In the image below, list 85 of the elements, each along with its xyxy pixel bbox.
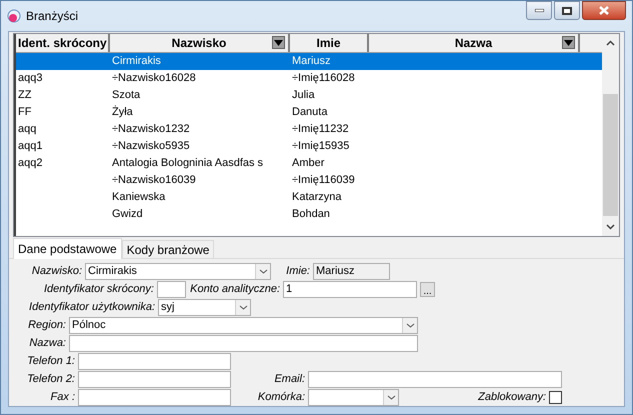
field-label: Nazwa: (29, 336, 66, 352)
window-title: Branżyści (26, 8, 78, 25)
combo-box[interactable] (308, 389, 399, 406)
tab[interactable]: Kody branżowe (122, 240, 214, 258)
field-label: Identyfikator skrócony: (44, 282, 154, 298)
table-cell-text: Cirmirakis (112, 54, 161, 70)
scroll-up-icon (606, 40, 615, 46)
field-label: Imie: (286, 264, 310, 280)
close-button[interactable] (582, 1, 626, 20)
dropdown-triangle-icon (564, 40, 573, 46)
table-cell-text: aqq1 (18, 139, 42, 154)
field-label: Email: (274, 372, 305, 388)
table-cell-text: Szota (112, 88, 140, 104)
table-cell-text: Bohdan (292, 207, 330, 222)
filter-dropdown-button[interactable] (272, 36, 285, 49)
table-cell-text: Żyła (112, 104, 133, 120)
minimize-icon (534, 9, 544, 12)
table-cell-text: ZZ (18, 88, 32, 104)
table-row[interactable]: ÷Nazwisko16039 ÷Imię116039 (16, 172, 602, 189)
column-header[interactable]: Ident. skrócony (16, 34, 107, 52)
table-cell-text: ÷Imię15935 (292, 139, 350, 154)
table-cell-text: ÷Imię11232 (292, 122, 349, 138)
table-cell-text: Kaniewska (112, 190, 166, 206)
table-cell-text: aqq2 (18, 156, 42, 172)
input-field[interactable]: 1 (283, 281, 417, 298)
scrollbar-thumb[interactable] (603, 94, 618, 216)
column-header[interactable]: Imie (316, 34, 340, 52)
table-row[interactable]: ZZ Szota Julia (16, 87, 602, 104)
input-field[interactable] (157, 281, 186, 298)
field-label: Nazwisko: (32, 264, 82, 280)
column-header[interactable]: Nazwa (454, 34, 492, 52)
table-row[interactable]: aqq1 ÷Nazwisko5935 ÷Imię15935 (16, 138, 602, 155)
combo-box[interactable]: Pólnoc (69, 317, 418, 334)
minimize-button[interactable] (526, 1, 552, 20)
table-row[interactable]: aqq ÷Nazwisko1232 ÷Imię11232 (16, 121, 602, 138)
table-cell-text: Katarzyna (292, 190, 342, 206)
table-row[interactable]: aqq3 ÷Nazwisko16028 ÷Imię116028 (16, 70, 602, 87)
table-cell-text: ÷Imię116028 (292, 71, 355, 86)
readonly-field[interactable]: Mariusz (313, 263, 390, 280)
table-cell-text: ÷Imię116039 (292, 173, 355, 188)
field-label: Fax : (50, 390, 75, 406)
table-cell-text: Mariusz (292, 54, 331, 70)
table-cell-text: FF (18, 105, 32, 120)
table-row[interactable]: Kaniewska Katarzyna (16, 189, 602, 206)
table-cell-text: ÷Nazwisko16028 (112, 71, 196, 86)
dropdown-triangle-icon (274, 40, 283, 46)
field-label: Region: (28, 318, 66, 334)
table-row[interactable]: Gwizd Bohdan (16, 206, 602, 223)
input-field[interactable] (78, 389, 231, 406)
field-label: Telefon 1: (27, 354, 75, 370)
input-field[interactable] (78, 371, 231, 388)
scrollbar[interactable] (602, 34, 619, 236)
close-icon (599, 6, 609, 15)
table-cell-text: aqq3 (18, 71, 42, 86)
table-cell-text: aqq (18, 122, 36, 138)
table-cell-text: ÷Nazwisko5935 (112, 139, 190, 154)
table-row[interactable]: FF Żyła Danuta (16, 104, 602, 121)
field-label: Komórka: (258, 390, 305, 406)
table-row[interactable]: aqq2 Antalogia Bologninia Aasdfas s Amber (16, 155, 602, 172)
field-label: Zablokowany: (478, 390, 546, 406)
table-cell-text: Danuta (292, 105, 328, 120)
input-field[interactable] (78, 353, 231, 370)
combo-box[interactable]: Cirmirakis (85, 263, 271, 280)
checkbox[interactable] (549, 391, 562, 404)
table-cell-text: Julia (292, 88, 315, 104)
maximize-button[interactable] (554, 1, 580, 20)
column-header[interactable]: Nazwisko (172, 34, 226, 52)
input-field[interactable] (308, 371, 562, 388)
browse-button[interactable]: ... (420, 282, 435, 297)
table-cell-text: Gwizd (112, 207, 143, 222)
table-row[interactable]: Cirmirakis Mariusz (16, 53, 602, 70)
table-cell-text: ÷Nazwisko1232 (112, 122, 190, 138)
maximize-icon (562, 6, 572, 14)
scroll-down-icon (606, 224, 615, 230)
filter-dropdown-button[interactable] (562, 36, 575, 49)
tab[interactable]: Dane podstawowe (13, 238, 122, 259)
app-icon (7, 9, 21, 23)
table-cell-text: Antalogia Bologninia Aasdfas s (112, 156, 264, 172)
combo-box[interactable]: syj (158, 299, 251, 316)
table-cell-text: Amber (292, 156, 324, 172)
field-label: Telefon 2: (27, 372, 75, 388)
field-label: Konto analityczne: (190, 282, 280, 298)
field-label: Identyfikator użytkownika: (29, 300, 155, 316)
input-field[interactable] (69, 335, 418, 352)
table-cell-text: ÷Nazwisko16039 (112, 173, 196, 188)
